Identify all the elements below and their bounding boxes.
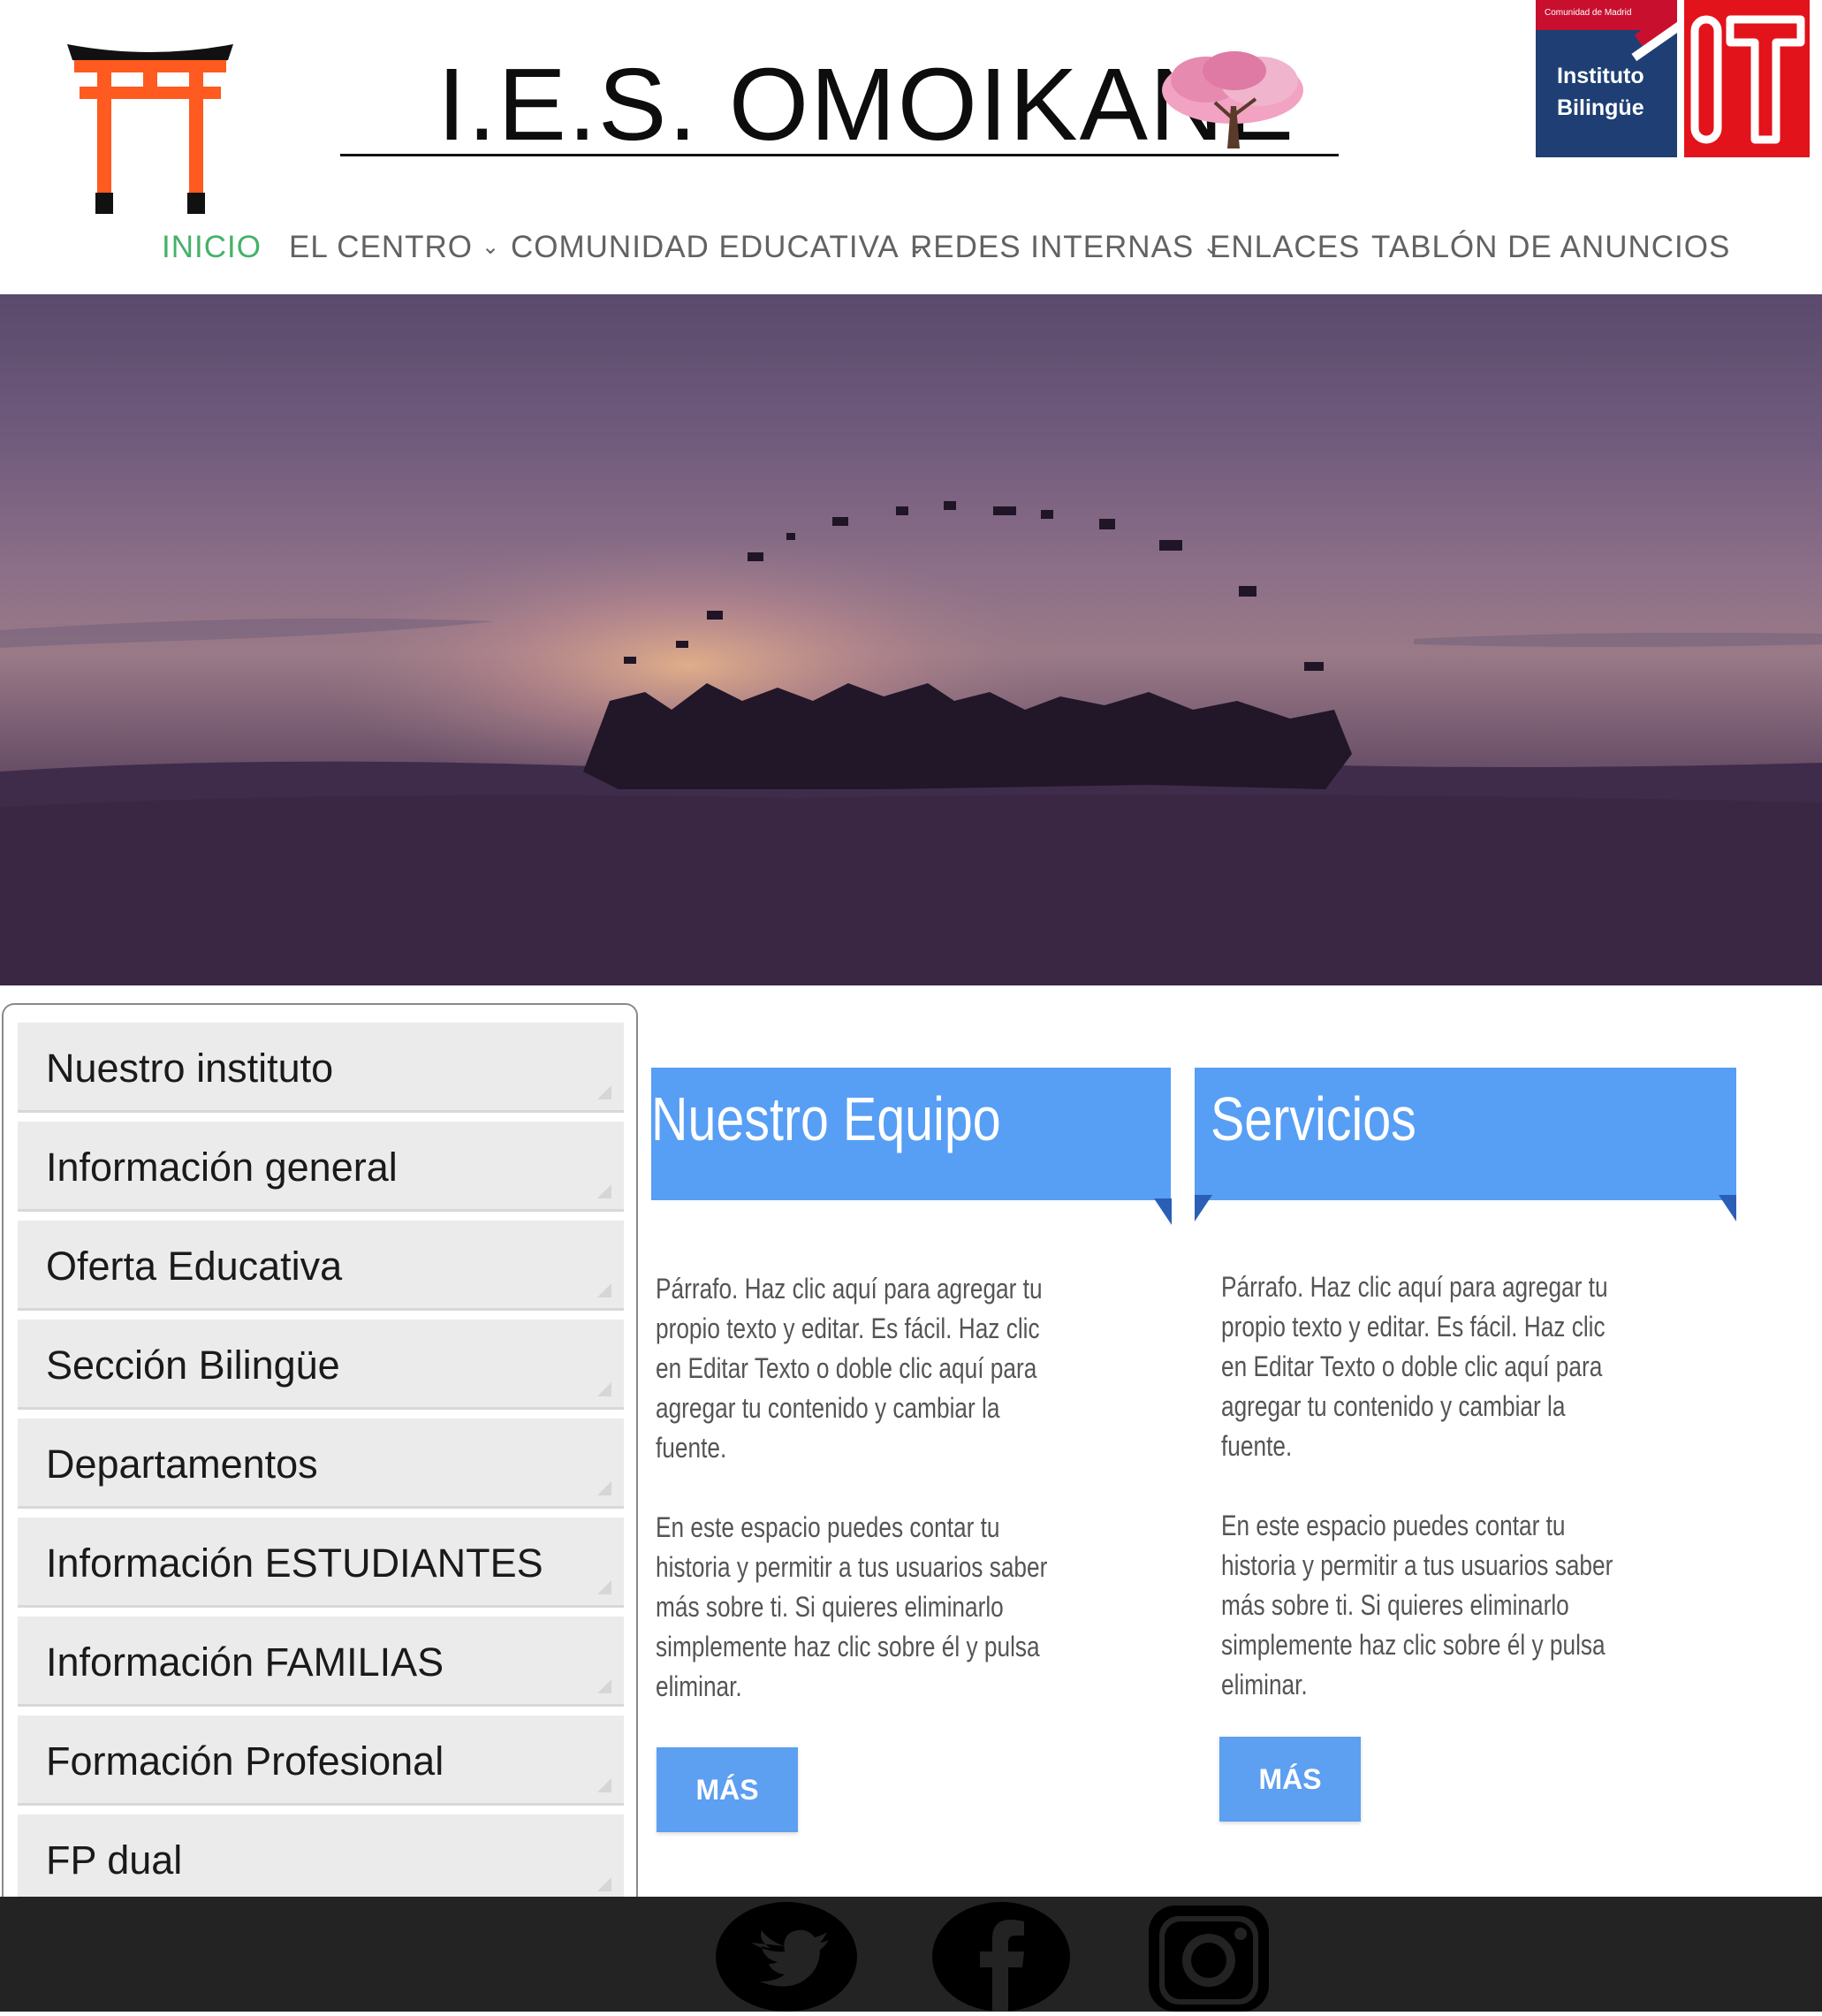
badge-line2: Bilingüe [1557,95,1644,120]
corner-fold-icon [597,1283,611,1297]
card-title: Servicios [1211,1084,1416,1153]
sidebar-item-informacion-general[interactable]: Información general [18,1122,624,1212]
nav-comunidad-educativa[interactable]: COMUNIDAD EDUCATIVA ⌄ [511,230,927,265]
card-paragraph: Párrafo. Haz clic aquí para agregar tu p… [656,1273,1043,1464]
instagram-icon[interactable] [1142,1902,1283,2012]
card-paragraph: Párrafo. Haz clic aquí para agregar tu p… [1221,1271,1608,1462]
nav-comunidad-educativa-label: COMUNIDAD EDUCATIVA [511,230,900,264]
sidebar-item-label: Información ESTUDIANTES [46,1541,543,1586]
card-title: Nuestro Equipo [651,1084,1001,1153]
sidebar-menu: Nuestro instituto Información general Of… [2,1003,638,1898]
sidebar-item-label: Formación Profesional [46,1738,444,1784]
corner-fold-icon [597,1184,611,1198]
card-paragraph: En este espacio puedes contar tu histori… [656,1511,1048,1702]
sidebar-item-label: Información general [46,1145,398,1190]
sidebar-item-label: Nuestro instituto [46,1046,334,1091]
torii-gate-logo[interactable] [62,34,239,216]
more-button-servicios[interactable]: MÁS [1219,1737,1361,1822]
corner-fold-icon [597,1679,611,1693]
footer [0,1897,1822,2012]
sidebar-item-fp-dual[interactable]: FP dual [18,1814,624,1898]
twitter-icon[interactable] [716,1902,857,2012]
site-title-block: I.E.S. OMOIKANE [340,44,1339,159]
sidebar-item-informacion-estudiantes[interactable]: Información ESTUDIANTES [18,1518,624,1608]
bilingual-badge: Comunidad de Madrid Instituto Bilingüe [1536,0,1677,157]
nav-enlaces-label: ENLACES [1210,230,1361,264]
sidebar-item-label: Información FAMILIAS [46,1639,444,1685]
nav-tablon-de-anuncios[interactable]: TABLÓN DE ANUNCIOS [1371,230,1730,265]
sidebar-item-label: Oferta Educativa [46,1244,343,1289]
card-body-text: Párrafo. Haz clic aquí para agregar tu p… [1221,1267,1627,1745]
nav-tablon-label: TABLÓN DE ANUNCIOS [1371,230,1731,264]
sidebar-item-formacion-profesional[interactable]: Formación Profesional [18,1716,624,1806]
card-paragraph: En este espacio puedes contar tu histori… [1221,1510,1613,1700]
it-logo [1684,0,1810,157]
facebook-icon[interactable] [930,1902,1072,2012]
card-body-text: Párrafo. Haz clic aquí para agregar tu p… [656,1269,1061,1746]
corner-fold-icon [597,1481,611,1495]
card-banner-servicios: Servicios [1195,1068,1736,1200]
sidebar-item-label: FP dual [46,1837,183,1883]
corner-fold-icon [597,1580,611,1594]
corner-fold-icon [597,1877,611,1891]
sidebar-item-seccion-bilingue[interactable]: Sección Bilingüe [18,1320,624,1410]
more-button-nuestro-equipo[interactable]: MÁS [657,1747,798,1832]
nav-inicio-label: INICIO [162,230,262,264]
it-logo-icon [1690,15,1805,144]
banner-fold [1719,1195,1736,1221]
sidebar-item-informacion-familias[interactable]: Información FAMILIAS [18,1617,624,1707]
more-button-label: MÁS [695,1774,759,1806]
main-nav: INICIO EL CENTRO ⌄ COMUNIDAD EDUCATIVA ⌄ R… [0,219,1822,272]
sidebar-item-nuestro-instituto[interactable]: Nuestro instituto [18,1023,624,1113]
corner-fold-icon [597,1382,611,1396]
card-banner-nuestro-equipo: Nuestro Equipo [651,1068,1171,1200]
nav-inicio[interactable]: INICIO [162,230,262,265]
sidebar-item-label: Departamentos [46,1442,318,1487]
cherry-blossom-tree-logo [1153,44,1312,155]
corner-fold-icon [597,1085,611,1099]
more-button-label: MÁS [1258,1763,1322,1795]
sidebar-item-departamentos[interactable]: Departamentos [18,1419,624,1509]
sidebar-item-label: Sección Bilingüe [46,1343,340,1388]
nav-redes-internas-label: REDES INTERNAS [910,230,1195,264]
banner-fold [1195,1195,1212,1221]
bilingual-institute-badge[interactable]: Comunidad de Madrid Instituto Bilingüe [1536,0,1810,159]
corner-fold-icon [597,1778,611,1792]
sidebar-item-oferta-educativa[interactable]: Oferta Educativa [18,1221,624,1311]
nav-redes-internas[interactable]: REDES INTERNAS ⌄ [910,230,1221,265]
nav-enlaces[interactable]: ENLACES [1210,230,1360,265]
nav-el-centro-label: EL CENTRO [289,230,474,264]
graduates-silhouette-image [0,501,1822,985]
banner-fold [1154,1198,1172,1225]
badge-band-text: Comunidad de Madrid [1545,8,1632,18]
nav-el-centro[interactable]: EL CENTRO ⌄ [289,230,500,265]
badge-line1: Instituto [1557,64,1644,88]
hero-banner [0,294,1822,985]
chevron-down-icon: ⌄ [482,235,501,259]
